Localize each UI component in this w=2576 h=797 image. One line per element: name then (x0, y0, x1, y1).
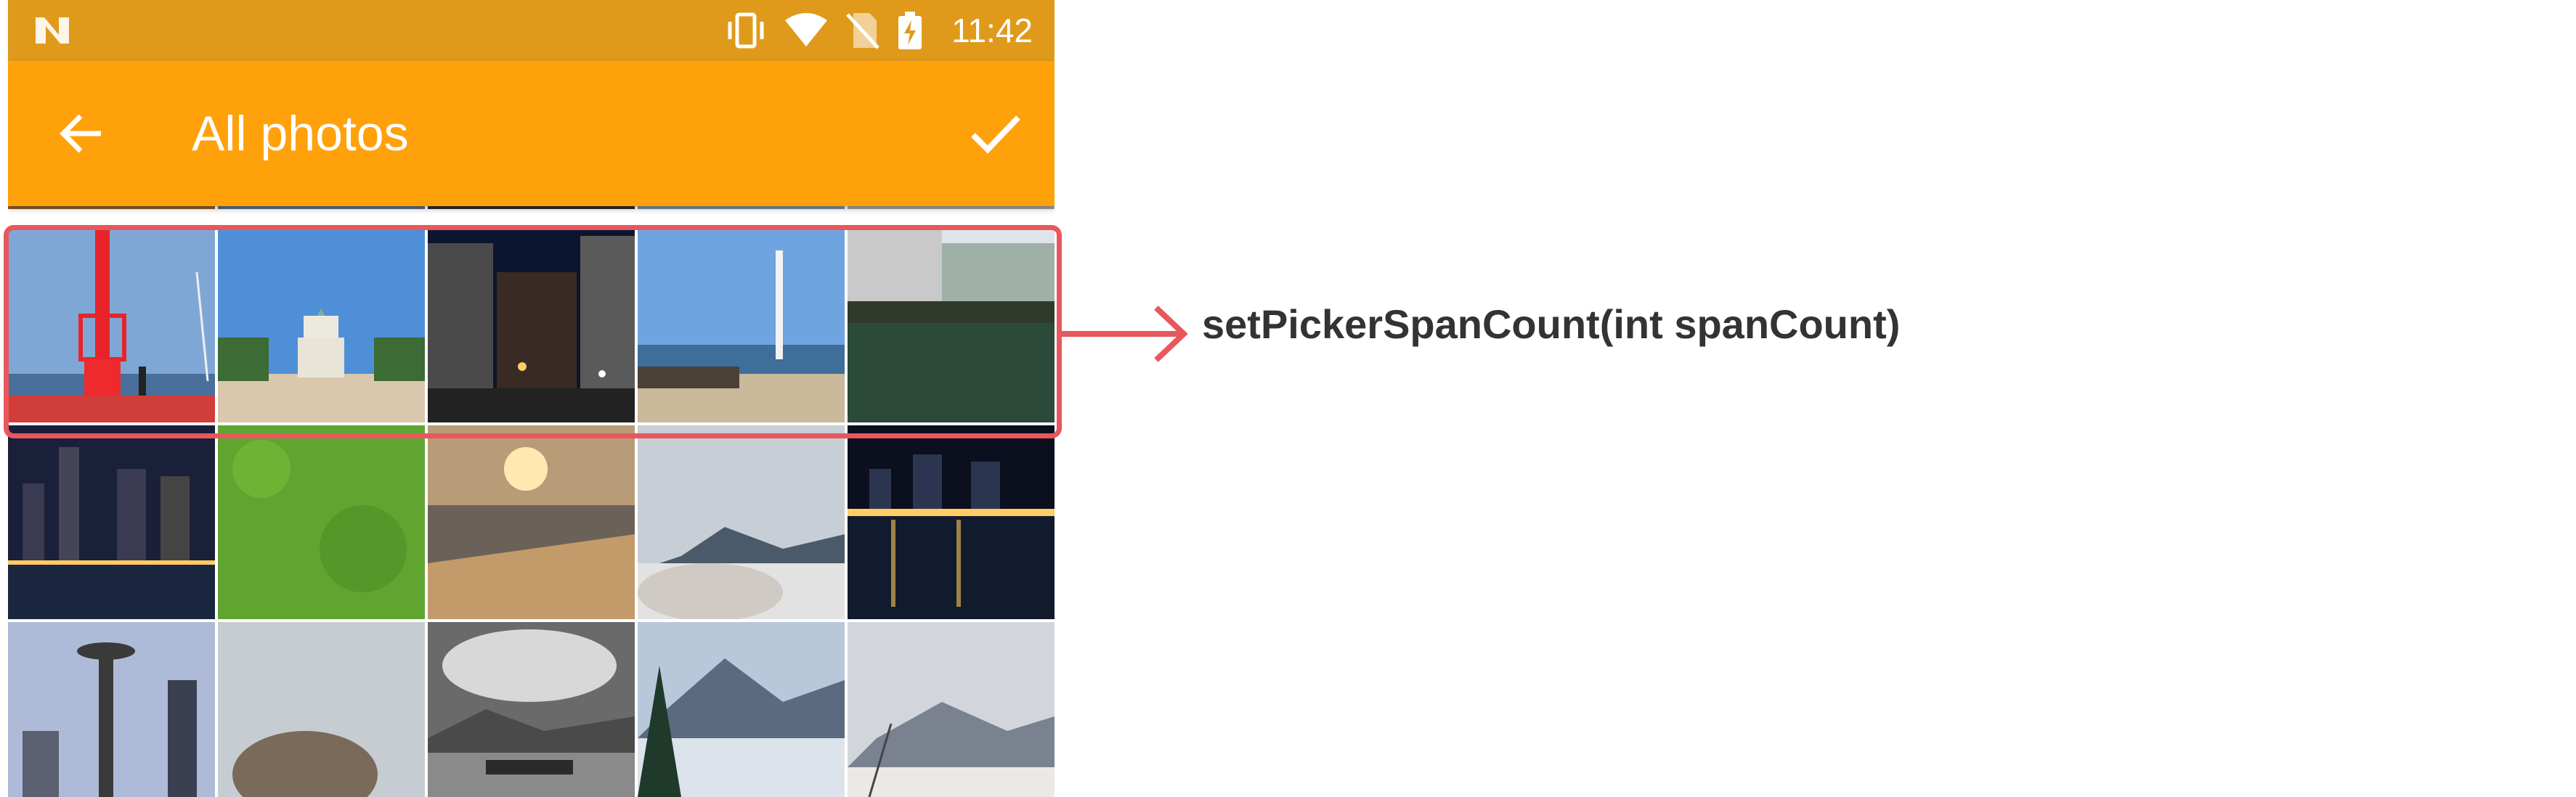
battery-charging-icon (898, 12, 922, 49)
photo-thumbnail[interactable] (428, 622, 635, 797)
arrow-left-icon[interactable] (53, 105, 111, 163)
n-logo-icon (36, 17, 69, 44)
toolbar: All photos (8, 61, 1055, 206)
photo-thumbnail[interactable] (8, 425, 215, 619)
span-count-highlight (4, 225, 1062, 438)
no-sim-icon (846, 13, 879, 49)
photo-thumbnail[interactable] (428, 425, 635, 619)
photo-thumbnail[interactable] (848, 622, 1055, 797)
photo-thumbnail[interactable] (848, 425, 1055, 619)
photo-thumbnail[interactable] (218, 622, 425, 797)
api-method-label: setPickerSpanCount(int spanCount) (1202, 301, 1901, 347)
arrow-right-icon (1062, 306, 1188, 362)
photo-row (8, 622, 1055, 797)
photo-row (8, 425, 1055, 619)
status-time: 11:42 (951, 12, 1033, 49)
page-title: All photos (192, 106, 409, 161)
check-icon[interactable] (964, 103, 1025, 164)
wifi-icon (785, 13, 827, 46)
photo-thumbnail[interactable] (8, 622, 215, 797)
photo-thumbnail[interactable] (218, 425, 425, 619)
photo-thumbnail[interactable] (638, 622, 845, 797)
status-bar: 11:42 (8, 0, 1055, 61)
photo-thumbnail[interactable] (638, 425, 845, 619)
vibrate-icon (728, 12, 764, 49)
